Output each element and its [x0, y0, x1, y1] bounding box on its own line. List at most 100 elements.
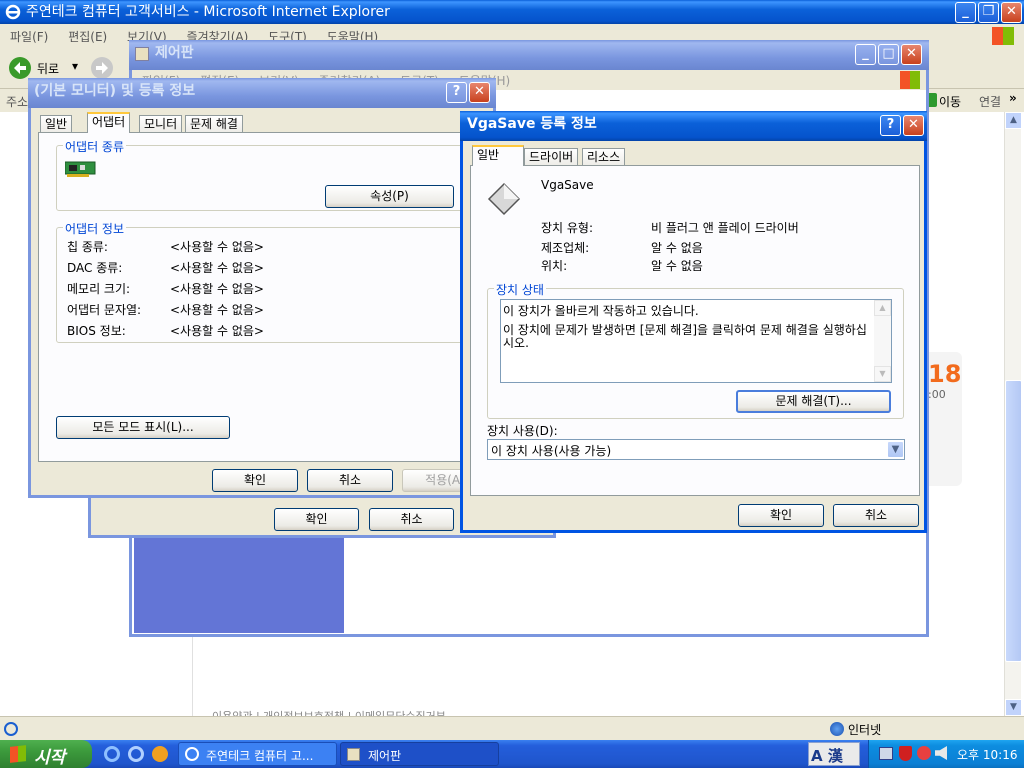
- scroll-thumb[interactable]: [1005, 380, 1022, 662]
- status-scroll-up-icon[interactable]: ▲: [874, 300, 891, 316]
- info-row: 칩 종류: <사용할 수 없음>: [67, 238, 467, 258]
- quicklaunch-ie-icon[interactable]: [104, 746, 120, 762]
- status-scroll-down-icon[interactable]: ▼: [874, 366, 891, 382]
- info-key: BIOS 정보:: [67, 324, 126, 338]
- device-status-label: 장치 상태: [494, 281, 546, 298]
- cp-minimize-button[interactable]: _: [855, 44, 876, 65]
- monitor-cancel-button[interactable]: 취소: [307, 469, 393, 492]
- info-value: <사용할 수 없음>: [170, 303, 264, 317]
- security-tray-icon[interactable]: [917, 746, 931, 760]
- ime-label: A 漢: [811, 747, 843, 765]
- dropdown-arrow-icon[interactable]: ▼: [887, 441, 904, 458]
- device-info-row: 제조업체: 알 수 없음: [541, 239, 911, 257]
- shield-tray-icon[interactable]: [899, 746, 912, 761]
- quicklaunch-ie2-icon[interactable]: [128, 746, 144, 762]
- vgasave-close-button[interactable]: ✕: [903, 115, 924, 136]
- tab-general[interactable]: 일반: [40, 115, 73, 133]
- scroll-down-arrow-icon[interactable]: ▼: [1005, 699, 1022, 716]
- ie-menu-file[interactable]: 파일(F): [10, 30, 48, 44]
- go-button[interactable]: 이동: [924, 92, 966, 110]
- device-name: VgaSave: [541, 178, 594, 192]
- device-info-key: 위치:: [541, 259, 568, 273]
- monitor-properties-dialog: (기본 모니터) 및 등록 정보 ? ✕ 일반 어댑터 모니터 문제 해결 어댑…: [28, 78, 496, 498]
- vgasave-cancel-button[interactable]: 취소: [833, 504, 919, 527]
- scroll-up-arrow-icon[interactable]: ▲: [1005, 112, 1022, 129]
- tab-monitor[interactable]: 모니터: [139, 115, 183, 133]
- device-info-row: 장치 유형: 비 플러그 앤 플레이 드라이버: [541, 219, 911, 237]
- clock[interactable]: 오후 10:16: [957, 746, 1017, 763]
- adapter-properties-button[interactable]: 속성(P): [325, 185, 454, 208]
- minimize-button[interactable]: _: [955, 2, 976, 23]
- promo-number: 18: [928, 360, 962, 388]
- info-row: 어댑터 문자열: <사용할 수 없음>: [67, 301, 467, 321]
- monitor-help-button[interactable]: ?: [446, 82, 467, 103]
- task-cp-icon: [347, 748, 360, 761]
- info-value: <사용할 수 없음>: [170, 261, 264, 275]
- close-button[interactable]: ✕: [1001, 2, 1022, 23]
- go-label: 이동: [939, 95, 962, 109]
- info-key: 어댑터 문자열:: [67, 303, 142, 317]
- tab-troubleshoot[interactable]: 문제 해결: [185, 115, 243, 133]
- tab-general[interactable]: 일반: [472, 145, 524, 166]
- task-button-ie[interactable]: 주연테크 컴퓨터 고...: [178, 742, 337, 766]
- info-row: DAC 종류: <사용할 수 없음>: [67, 259, 467, 279]
- device-info-value: 비 플러그 앤 플레이 드라이버: [651, 221, 799, 235]
- ie-icon: [5, 4, 21, 20]
- back-dropdown-icon[interactable]: ▾: [72, 59, 78, 73]
- info-row: BIOS 정보: <사용할 수 없음>: [67, 322, 467, 342]
- volume-tray-icon[interactable]: [935, 746, 947, 760]
- task-cp-label: 제어판: [368, 749, 402, 763]
- vgasave-titlebar[interactable]: VgaSave 등록 정보 ? ✕: [460, 111, 927, 141]
- task-button-controlpanel[interactable]: 제어판: [340, 742, 499, 766]
- task-ie-label: 주연테크 컴퓨터 고...: [206, 749, 314, 763]
- status-zone: 인터넷: [848, 723, 882, 737]
- monitor-titlebar[interactable]: (기본 모니터) 및 등록 정보 ? ✕: [28, 78, 496, 108]
- vgasave-help-button[interactable]: ?: [880, 115, 901, 136]
- start-button[interactable]: 시작: [0, 740, 92, 768]
- vgasave-ok-button[interactable]: 확인: [738, 504, 824, 527]
- ie-titlebar[interactable]: 주연테크 컴퓨터 고객서비스 - Microsoft Internet Expl…: [0, 0, 1024, 24]
- troubleshoot-button[interactable]: 문제 해결(T)...: [736, 390, 891, 413]
- ie-menu-edit[interactable]: 편집(E): [68, 30, 107, 44]
- address-label: 주소: [6, 95, 29, 109]
- ie-scrollbar[interactable]: ▲ ▼: [1004, 112, 1022, 716]
- links-chevron-icon[interactable]: »: [1009, 91, 1017, 105]
- adapter-type-group: 어댑터 종류 속성(P): [56, 138, 488, 211]
- promo-sub: :00: [928, 388, 946, 401]
- tab-resources[interactable]: 리소스: [582, 148, 626, 166]
- display-ok-button[interactable]: 확인: [274, 508, 359, 531]
- ime-indicator[interactable]: A 漢: [808, 742, 860, 766]
- cp-maximize-button[interactable]: □: [878, 44, 899, 65]
- tab-adapter[interactable]: 어댑터: [87, 112, 131, 133]
- monitor-close-button[interactable]: ✕: [469, 82, 490, 103]
- windows-logo-icon: [992, 27, 1014, 45]
- device-info-key: 제조업체:: [541, 241, 590, 255]
- monitor-title: (기본 모니터) 및 등록 정보: [34, 83, 196, 99]
- quicklaunch-media-icon[interactable]: [152, 746, 168, 762]
- back-arrow-icon: [9, 57, 31, 79]
- display-cancel-button[interactable]: 취소: [369, 508, 454, 531]
- monitor-ok-button[interactable]: 확인: [212, 469, 298, 492]
- taskbar: 시작 주연테크 컴퓨터 고... 제어판 A 漢 오후 10:16: [0, 740, 1024, 768]
- back-label: 뒤로: [37, 62, 60, 76]
- cp-close-button[interactable]: ✕: [901, 44, 922, 65]
- list-all-modes-button[interactable]: 모든 모드 표시(L)...: [56, 416, 230, 439]
- device-status-group: 장치 상태 이 장치가 올바르게 작동하고 있습니다. 이 장치에 문제가 발생…: [487, 281, 904, 419]
- device-info-row: 위치: 알 수 없음: [541, 257, 911, 275]
- device-usage-label: 장치 사용(D):: [487, 424, 558, 438]
- status-line-2: 이 장치에 문제가 발생하면 [문제 해결]을 클릭하여 문제 해결을 실행하십…: [503, 323, 867, 350]
- network-tray-icon[interactable]: [879, 747, 893, 760]
- back-button[interactable]: 뒤로 ▾: [8, 56, 88, 80]
- info-row: 메모리 크기: <사용할 수 없음>: [67, 280, 467, 300]
- info-key: DAC 종류:: [67, 261, 123, 275]
- links-label[interactable]: 연결: [979, 93, 1001, 110]
- restore-button[interactable]: ❐: [978, 2, 999, 23]
- device-usage-select[interactable]: 이 장치 사용(사용 가능) ▼: [487, 439, 905, 460]
- device-status-textbox[interactable]: 이 장치가 올바르게 작동하고 있습니다. 이 장치에 문제가 발생하면 [문제…: [500, 299, 892, 383]
- controlpanel-titlebar[interactable]: 제어판 _ □ ✕: [129, 40, 929, 70]
- tab-driver[interactable]: 드라이버: [524, 148, 579, 166]
- forward-arrow-icon[interactable]: [90, 56, 114, 80]
- task-ie-icon: [185, 747, 199, 761]
- cp-windows-logo-icon: [900, 71, 920, 89]
- status-scrollbar[interactable]: ▲ ▼: [874, 300, 891, 382]
